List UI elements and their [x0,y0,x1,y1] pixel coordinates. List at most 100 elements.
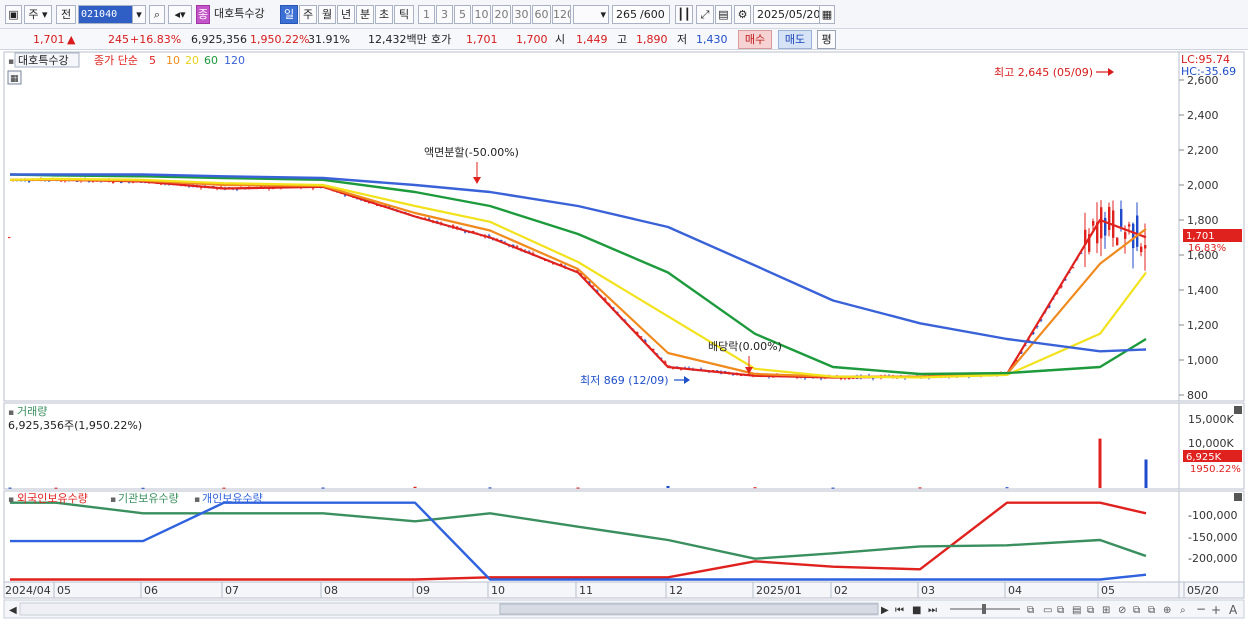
current-price-marker-text: 1,701 [1186,231,1215,242]
interval-5-button[interactable]: 5 [454,5,471,24]
stock-code-dropdown-icon[interactable]: ▾ [132,5,146,24]
stop-icon[interactable]: ■ [912,605,921,616]
interval-20-button[interactable]: 20 [492,5,511,24]
layout-icon-4[interactable]: ▤ [1072,605,1081,616]
period-week-button[interactable]: 주 [299,5,317,24]
turnover-rate: 31.91% [308,33,350,46]
save-icon[interactable]: ▤ [715,5,732,24]
candle-type-icon[interactable]: ┃┃ [675,5,693,24]
holding-close-icon[interactable] [1234,493,1242,501]
candle-body [1140,246,1143,253]
open-label: 시 [555,33,566,46]
period-minute-button[interactable]: 분 [356,5,374,24]
interval-30-button[interactable]: 30 [512,5,531,24]
search-icon[interactable]: ⌕ [149,5,165,24]
candle-body [1128,224,1131,227]
volume-value-text: 6,925,356주(1,950.22%) [8,419,142,432]
market-select[interactable]: 주 ▾ [24,5,52,24]
stock-name-label: 대호특수강 [214,7,265,20]
low-label: 저 [677,33,688,46]
bid-price-2: 1,700 [516,33,548,46]
open-price: 1,449 [576,33,608,46]
search-chart-icon[interactable]: ⌕ [1180,605,1186,616]
volume-bar [488,487,492,489]
layout-icon-5[interactable]: ⧉ [1087,605,1094,616]
scroll-right-icon[interactable]: ▶ [881,605,889,616]
zoom-in-icon[interactable]: + [1211,603,1221,617]
legend-dot-1: ▪ [110,495,116,505]
volume-bar [1098,438,1102,488]
volume-close-icon[interactable] [1234,406,1242,414]
low-annotation: 최저 869 (12/09) [580,374,669,387]
layout-icon-7[interactable]: ⧉ [1133,605,1140,616]
x-axis-label: 2024/04 [5,584,51,597]
volume-bar [54,487,58,489]
interval-3-button[interactable]: 3 [436,5,453,24]
layout-icon-2[interactable]: ▭ [1043,605,1052,616]
candle-body [1136,215,1139,247]
x-axis-label: 04 [1008,584,1022,597]
volume-collapse-icon[interactable]: ▪ [8,408,14,418]
x-axis-label: 08 [324,584,338,597]
period-month-button[interactable]: 월 [318,5,336,24]
layout-icon-6[interactable]: ⊞ [1102,605,1110,616]
calendar-icon[interactable]: ▦ [819,5,835,24]
table-icon-glyph: ▦ [10,74,19,84]
layout-icon-1[interactable]: ⧉ [1027,605,1034,616]
high-annotation: 최고 2,645 (05/09) [994,66,1093,79]
split-annotation: 액면분할(-50.00%) [424,146,519,159]
sell-button[interactable]: 매도 [778,30,812,49]
trade-amount: 12,432백만 [368,33,427,46]
stock-chart: ▪ 대호특수강 종가 단순 5 10 20 60 120 ▦ LC:95.74 … [0,50,1248,621]
pane-collapse-icon[interactable]: ▪ [8,57,14,67]
legend-ma5: 5 [149,54,156,67]
market-all-button[interactable]: 전 [56,5,76,24]
display-count-input[interactable]: 265 [612,5,640,24]
price-tick-label: 2,600 [1187,74,1219,87]
period-tick-button[interactable]: 틱 [394,5,414,24]
current-pct-marker: 16.83% [1188,243,1226,254]
market-select-label: 주 [28,8,39,21]
period-year-button[interactable]: 년 [337,5,355,24]
interval-120-button[interactable]: 120 [552,5,571,24]
zoom-out-icon[interactable]: − [1196,602,1206,616]
gear-icon[interactable]: ⚙ [734,5,751,24]
volume-title: 거래량 [17,405,47,418]
period-second-button[interactable]: 초 [375,5,393,24]
zoom-slider-handle[interactable] [982,604,986,614]
x-axis-label: 05 [1101,584,1115,597]
scrollbar-thumb[interactable] [499,603,879,615]
volume-bar [222,487,226,489]
speaker-icon[interactable]: ◂▾ [168,5,192,24]
volume-pane [3,402,1180,490]
chart-canvas: ▪ 대호특수강 종가 단순 5 10 20 60 120 ▦ LC:95.74 … [3,51,1245,619]
interval-custom-select[interactable]: ▾ [573,5,609,24]
avg-button[interactable]: 평 [817,30,836,49]
scroll-left-icon[interactable]: ◀ [9,605,17,616]
jump-end-icon[interactable]: ⏭ [928,605,937,616]
volume-current-text: 6,925K [1186,452,1222,463]
window-menu-icon[interactable]: ▣ [5,5,22,24]
holding-collapse-icon[interactable]: ▪ [8,495,14,505]
period-day-button[interactable]: 일 [280,5,298,24]
interval-1-button[interactable]: 1 [418,5,435,24]
legend-ma-label: 종가 단순 [94,54,138,67]
buy-button[interactable]: 매수 [738,30,772,49]
layout-icon-8[interactable]: ⧉ [1148,605,1155,616]
volume-bar [413,486,417,488]
candle-body [1120,209,1123,227]
auto-scale-icon[interactable]: A [1229,603,1238,617]
layout-icon-9[interactable]: ⊕ [1163,605,1171,616]
interval-10-button[interactable]: 10 [472,5,491,24]
price-tick-label: 1,800 [1187,214,1219,227]
candle-body [1132,223,1135,249]
candle-body [28,180,31,182]
link-icon[interactable]: ⊘ [1118,605,1126,616]
layout-icon-3[interactable]: ⧉ [1057,605,1064,616]
jump-start-icon[interactable]: ⏮ [895,605,904,616]
date-input[interactable]: 2025/05/20 [753,5,821,24]
draw-tool-icon[interactable]: ⤢ [696,5,714,24]
interval-60-button[interactable]: 60 [532,5,551,24]
volume-bar [918,487,922,489]
display-count-total: /600 [640,5,670,24]
